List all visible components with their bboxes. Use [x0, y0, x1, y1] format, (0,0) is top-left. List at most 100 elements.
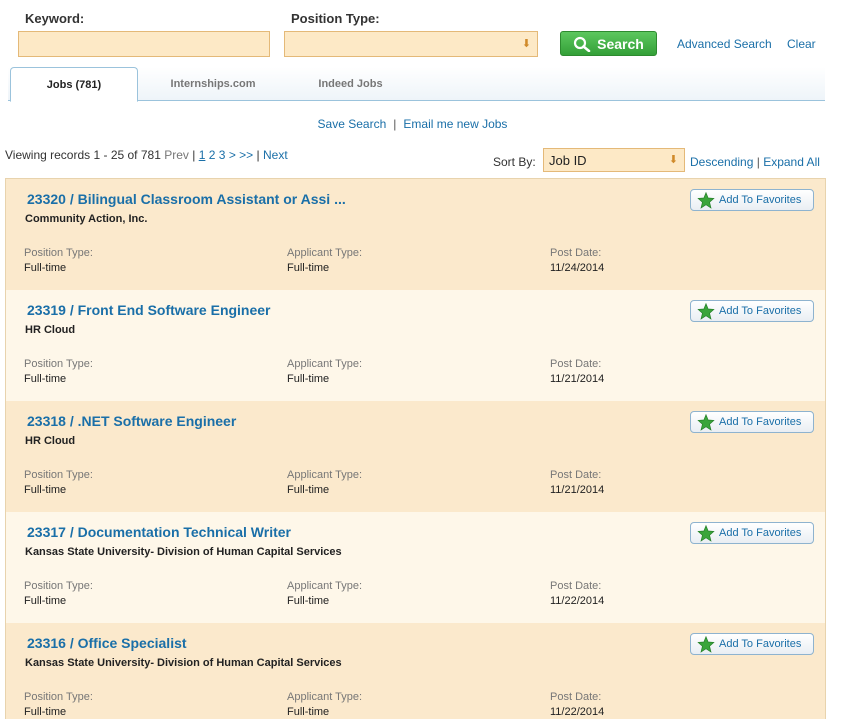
job-company: HR Cloud	[25, 324, 76, 336]
add-to-favorites-label: Add To Favorites	[719, 305, 802, 317]
search-button-label: Search	[597, 35, 644, 52]
field-label: Post Date:	[550, 469, 602, 481]
position-type-label: Position Type:	[291, 11, 380, 26]
field-label: Applicant Type:	[287, 691, 363, 703]
job-company: HR Cloud	[25, 435, 76, 447]
star-icon	[697, 635, 715, 653]
position-type-field: Position Type: Full-time	[24, 691, 93, 718]
records-count: Viewing records 1 - 25 of 781	[5, 148, 161, 162]
job-title-link[interactable]: 23319 / Front End Software Engineer	[27, 302, 271, 318]
job-title-link[interactable]: 23320 / Bilingual Classroom Assistant or…	[27, 191, 346, 207]
applicant-type-field: Applicant Type: Full-time	[287, 691, 362, 718]
page-3-link[interactable]: 3	[219, 148, 226, 162]
add-to-favorites-button[interactable]: Add To Favorites	[690, 522, 814, 544]
job-company: Kansas State University- Division of Hum…	[25, 657, 342, 669]
keyword-label: Keyword:	[25, 11, 85, 26]
post-date-field: Post Date: 11/21/2014	[550, 358, 604, 385]
separator: |	[393, 117, 397, 131]
tab-jobs[interactable]: Jobs (781)	[10, 67, 138, 102]
field-label: Position Type:	[24, 247, 93, 259]
search-actions: Save Search | Email me new Jobs	[0, 117, 825, 131]
post-date-field: Post Date: 11/22/2014	[550, 580, 604, 607]
expand-all-link[interactable]: Expand All	[763, 155, 820, 169]
field-value: Full-time	[287, 595, 330, 607]
field-value: Full-time	[24, 595, 67, 607]
sort-links: Descending | Expand All	[690, 155, 820, 169]
search-button[interactable]: Search	[560, 31, 657, 56]
field-value: Full-time	[24, 373, 67, 385]
field-value: 11/21/2014	[550, 373, 605, 385]
prev-link[interactable]: Prev	[164, 148, 189, 162]
position-type-field: Position Type: Full-time	[24, 580, 93, 607]
applicant-type-field: Applicant Type: Full-time	[287, 580, 362, 607]
job-title-link[interactable]: 23318 / .NET Software Engineer	[27, 413, 236, 429]
applicant-type-field: Applicant Type: Full-time	[287, 247, 362, 274]
job-title-link[interactable]: 23317 / Documentation Technical Writer	[27, 524, 291, 540]
star-icon	[697, 524, 715, 542]
field-value: Full-time	[287, 262, 330, 274]
job-row: 23316 / Office Specialist Kansas State U…	[6, 623, 825, 719]
position-type-field: Position Type: Full-time	[24, 358, 93, 385]
keyword-input[interactable]	[18, 31, 270, 57]
add-to-favorites-label: Add To Favorites	[719, 194, 802, 206]
field-value: 11/21/2014	[550, 484, 605, 496]
post-date-field: Post Date: 11/22/2014	[550, 691, 604, 718]
job-company: Community Action, Inc.	[25, 213, 148, 225]
separator: |	[256, 148, 260, 162]
job-row: 23318 / .NET Software Engineer HR Cloud …	[6, 401, 825, 512]
add-to-favorites-button[interactable]: Add To Favorites	[690, 189, 814, 211]
field-value: 11/24/2014	[550, 262, 605, 274]
field-value: Full-time	[24, 706, 67, 718]
field-value: 11/22/2014	[550, 595, 605, 607]
email-new-jobs-link[interactable]: Email me new Jobs	[403, 117, 507, 131]
add-to-favorites-button[interactable]: Add To Favorites	[690, 300, 814, 322]
add-to-favorites-button[interactable]: Add To Favorites	[690, 633, 814, 655]
field-value: Full-time	[24, 484, 67, 496]
job-company: Kansas State University- Division of Hum…	[25, 546, 342, 558]
star-icon	[697, 302, 715, 320]
position-type-select[interactable]: ⬇	[284, 31, 538, 57]
tab-bar: Jobs (781) Internships.com Indeed Jobs	[8, 67, 825, 102]
field-label: Applicant Type:	[287, 247, 363, 259]
pagination: Viewing records 1 - 25 of 781 Prev | 1 2…	[5, 148, 288, 162]
sort-by-value: Job ID	[549, 153, 587, 168]
tab-indeed-jobs[interactable]: Indeed Jobs	[288, 67, 413, 101]
applicant-type-field: Applicant Type: Full-time	[287, 358, 362, 385]
next-link[interactable]: Next	[263, 148, 288, 162]
applicant-type-field: Applicant Type: Full-time	[287, 469, 362, 496]
add-to-favorites-label: Add To Favorites	[719, 416, 802, 428]
field-label: Position Type:	[24, 691, 93, 703]
chevron-down-icon: ⬇	[668, 154, 678, 166]
field-value: Full-time	[287, 706, 330, 718]
clear-link[interactable]: Clear	[787, 37, 816, 51]
advanced-search-link[interactable]: Advanced Search	[677, 37, 772, 51]
tab-internships[interactable]: Internships.com	[148, 67, 278, 101]
separator: |	[192, 148, 196, 162]
field-label: Post Date:	[550, 247, 602, 259]
save-search-link[interactable]: Save Search	[318, 117, 387, 131]
field-label: Position Type:	[24, 580, 93, 592]
job-title-link[interactable]: 23316 / Office Specialist	[27, 635, 187, 651]
field-label: Applicant Type:	[287, 469, 363, 481]
field-label: Position Type:	[24, 469, 93, 481]
page-1-link[interactable]: 1	[199, 148, 206, 162]
position-type-field: Position Type: Full-time	[24, 469, 93, 496]
post-date-field: Post Date: 11/24/2014	[550, 247, 604, 274]
descending-link[interactable]: Descending	[690, 155, 753, 169]
last-page-link[interactable]: >>	[239, 148, 253, 162]
field-value: Full-time	[24, 262, 67, 274]
separator: |	[756, 155, 760, 169]
chevron-down-icon: ⬇	[521, 38, 531, 50]
field-label: Applicant Type:	[287, 358, 363, 370]
sort-by-label: Sort By:	[493, 155, 536, 169]
search-icon	[574, 36, 591, 52]
star-icon	[697, 191, 715, 209]
sort-by-select[interactable]: Job ID ⬇	[543, 148, 685, 172]
page-2-link[interactable]: 2	[209, 148, 216, 162]
add-to-favorites-label: Add To Favorites	[719, 638, 802, 650]
job-row: 23319 / Front End Software Engineer HR C…	[6, 290, 825, 401]
next-arrow-link[interactable]: >	[229, 148, 236, 162]
add-to-favorites-button[interactable]: Add To Favorites	[690, 411, 814, 433]
position-type-field: Position Type: Full-time	[24, 247, 93, 274]
job-row: 23317 / Documentation Technical Writer K…	[6, 512, 825, 623]
